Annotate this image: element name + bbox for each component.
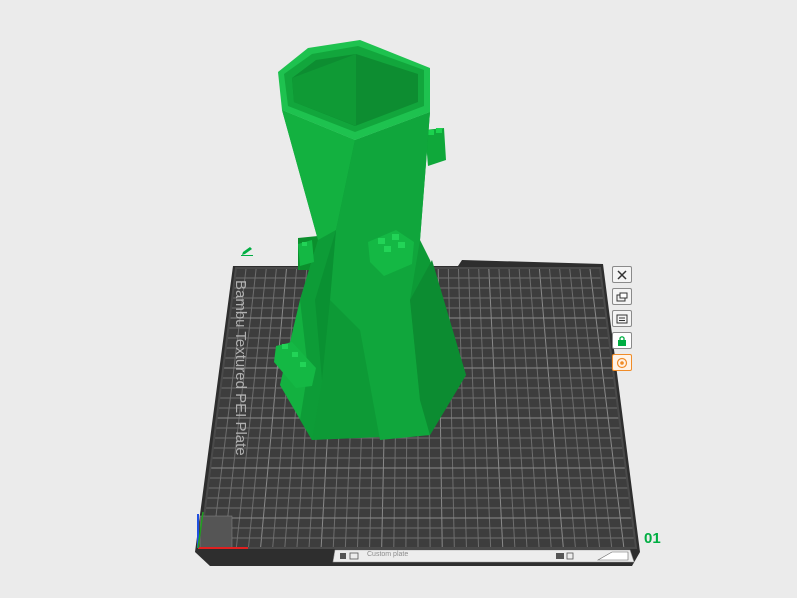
close-icon — [617, 269, 627, 280]
arrange-plate-button[interactable] — [612, 288, 632, 305]
edit-plate-icon[interactable] — [240, 243, 254, 256]
plate-number-label: 01 — [644, 530, 661, 547]
plate-name-label: Bambu Textured PEI Plate — [232, 280, 249, 456]
auto-orient-button[interactable] — [612, 354, 632, 371]
plate-toolbar — [612, 266, 640, 376]
orient-icon — [616, 357, 628, 368]
vase-model[interactable] — [274, 40, 466, 440]
arrange-icon — [616, 292, 628, 301]
plate-bottom-label: Custom plate — [367, 551, 409, 558]
lock-plate-button[interactable] — [612, 332, 632, 349]
settings-icon — [616, 314, 628, 323]
close-plate-button[interactable] — [612, 266, 632, 283]
3d-viewport[interactable]: Bambu Textured PEI Plate — [0, 0, 797, 598]
plate-settings-button[interactable] — [612, 310, 632, 327]
lock-icon — [618, 335, 626, 346]
